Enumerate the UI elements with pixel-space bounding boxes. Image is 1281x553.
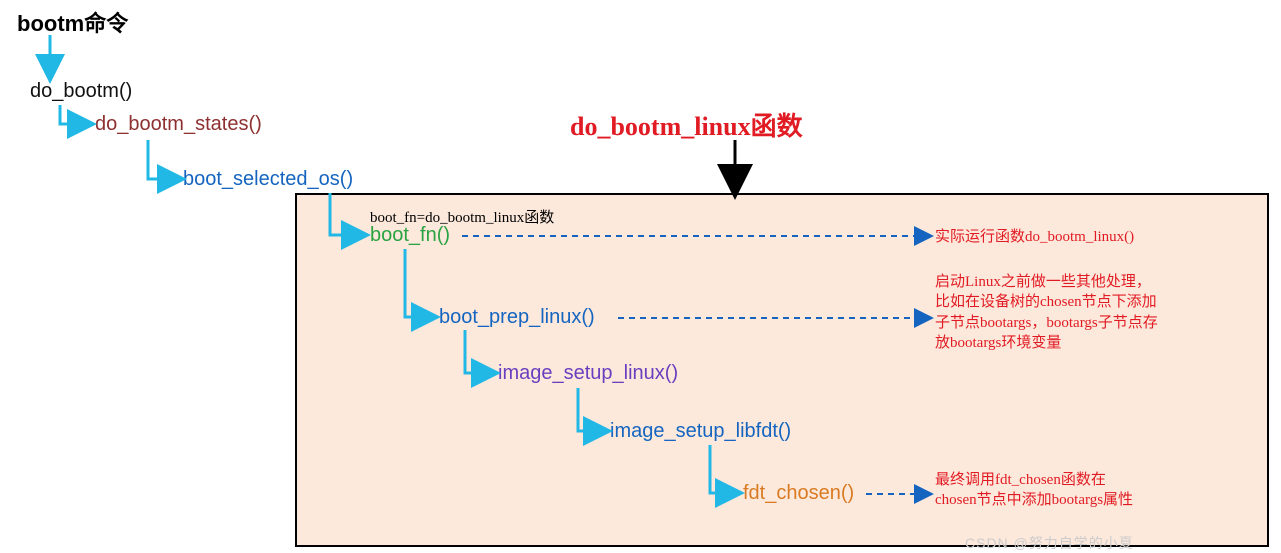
arrow-bootfn-to-preplinux <box>405 249 432 317</box>
arrow-selectedos-to-bootfn <box>330 193 362 235</box>
arrow-libfdt-to-fdtchosen <box>710 445 736 493</box>
arrow-setuplinux-to-libfdt <box>578 388 604 431</box>
arrow-preplinux-to-setuplinux <box>465 330 492 373</box>
arrows-layer <box>0 0 1281 553</box>
arrow-dobootm-to-states <box>60 105 88 124</box>
arrow-states-to-selectedos <box>148 140 178 179</box>
